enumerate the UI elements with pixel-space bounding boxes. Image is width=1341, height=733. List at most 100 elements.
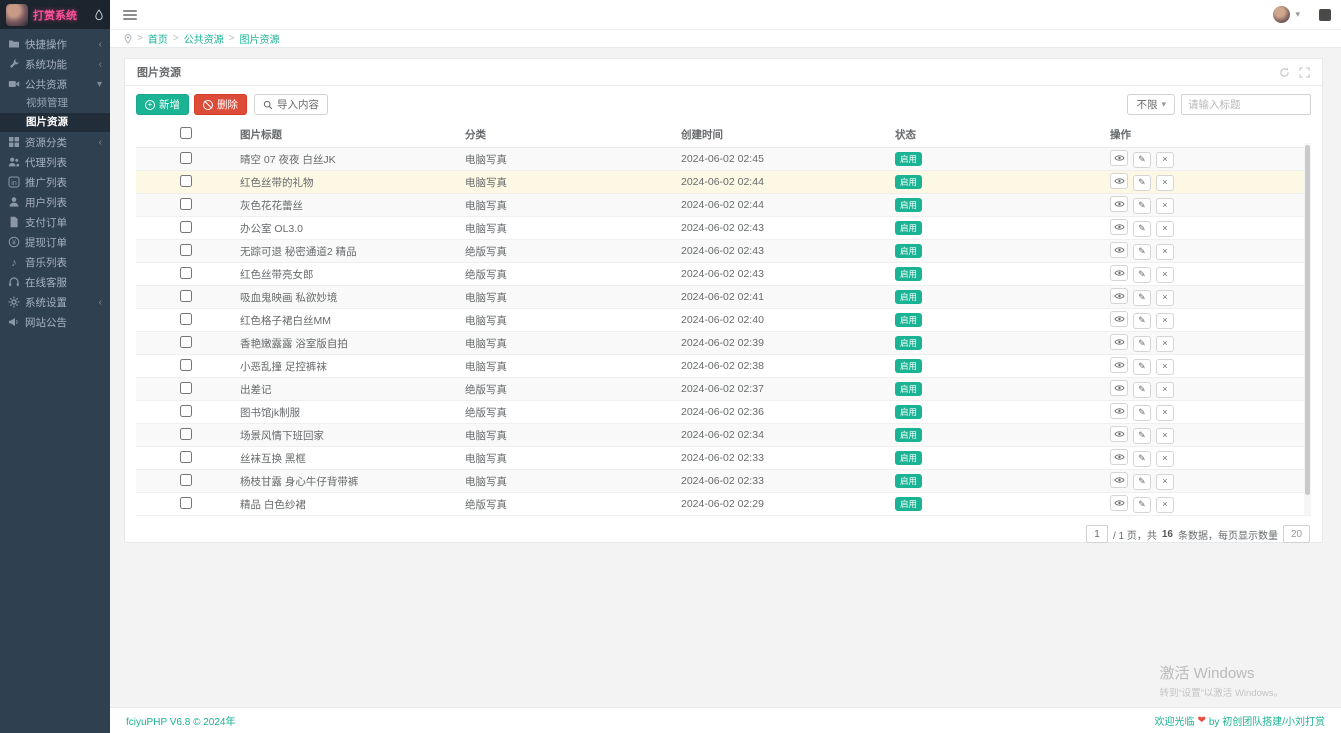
row-checkbox[interactable] (180, 266, 192, 279)
delete-row-button[interactable]: × (1155, 174, 1174, 191)
view-button[interactable] (1110, 426, 1128, 443)
row-checkbox[interactable] (180, 450, 192, 463)
view-button[interactable] (1110, 357, 1128, 374)
edit-button[interactable]: ✎ (1132, 335, 1151, 352)
edit-button[interactable]: ✎ (1132, 289, 1151, 306)
view-button[interactable] (1110, 265, 1128, 282)
edit-button[interactable]: ✎ (1132, 151, 1151, 168)
delete-row-button[interactable]: × (1155, 427, 1174, 444)
delete-row-button[interactable]: × (1155, 473, 1174, 490)
edit-button[interactable]: ✎ (1132, 450, 1151, 467)
screenshot-icon[interactable] (1319, 8, 1331, 21)
row-checkbox[interactable] (180, 197, 192, 210)
delete-row-button[interactable]: × (1155, 496, 1174, 513)
sidebar-item-1[interactable]: 系统功能 ‹ (0, 54, 110, 74)
import-button[interactable]: 导入内容 (254, 94, 328, 115)
scrollbar-thumb[interactable] (1305, 145, 1310, 495)
view-button[interactable] (1110, 380, 1128, 397)
sidebar-item-4[interactable]: 代理列表 (0, 152, 110, 172)
row-checkbox[interactable] (180, 174, 192, 187)
delete-row-button[interactable]: × (1155, 197, 1174, 214)
delete-row-button[interactable]: × (1155, 335, 1174, 352)
edit-button[interactable]: ✎ (1132, 312, 1151, 329)
edit-button[interactable]: ✎ (1132, 197, 1151, 214)
sidebar-logo[interactable]: 打赏系统 (0, 0, 110, 29)
sidebar-item-6[interactable]: 用户列表 (0, 192, 110, 212)
view-button[interactable] (1110, 150, 1128, 167)
edit-button[interactable]: ✎ (1132, 381, 1151, 398)
sidebar-item-7[interactable]: 支付订单 (0, 212, 110, 232)
delete-row-button[interactable]: × (1155, 266, 1174, 283)
row-checkbox[interactable] (180, 151, 192, 164)
sidebar-item-12[interactable]: 网站公告 (0, 312, 110, 332)
view-button[interactable] (1110, 173, 1128, 190)
view-button[interactable] (1110, 495, 1128, 512)
edit-button[interactable]: ✎ (1132, 496, 1151, 513)
delete-row-button[interactable]: × (1155, 312, 1174, 329)
view-button[interactable] (1110, 449, 1128, 466)
delete-row-button[interactable]: × (1155, 358, 1174, 375)
page-input[interactable] (1085, 525, 1108, 543)
add-button[interactable]: + 新增 (136, 94, 189, 115)
view-button[interactable] (1110, 219, 1128, 236)
filter-dropdown[interactable]: 不限 ▾ (1127, 94, 1175, 115)
sidebar-item-3[interactable]: 资源分类 ‹ (0, 132, 110, 152)
view-button[interactable] (1110, 311, 1128, 328)
edit-button[interactable]: ✎ (1132, 174, 1151, 191)
sidebar-subitem-0[interactable]: 视频管理 (0, 94, 110, 113)
hamburger-icon[interactable] (118, 5, 142, 25)
edit-button[interactable]: ✎ (1132, 427, 1151, 444)
edit-button[interactable]: ✎ (1132, 266, 1151, 283)
sidebar-item-5[interactable]: in 推广列表 (0, 172, 110, 192)
sidebar-item-11[interactable]: 系统设置 ‹ (0, 292, 110, 312)
breadcrumb-image-resource[interactable]: 图片资源 (240, 31, 280, 46)
avatar[interactable] (1273, 6, 1291, 23)
row-checkbox[interactable] (180, 335, 192, 348)
row-checkbox[interactable] (180, 358, 192, 371)
sidebar-item-0[interactable]: 快捷操作 ‹ (0, 34, 110, 54)
row-checkbox[interactable] (180, 496, 192, 509)
row-checkbox[interactable] (180, 289, 192, 302)
refresh-icon[interactable] (1279, 67, 1290, 78)
view-button[interactable] (1110, 334, 1128, 351)
pagination-info-pre: / 1 页，共 (1112, 530, 1157, 542)
search-input[interactable] (1181, 94, 1311, 115)
delete-row-button[interactable]: × (1155, 289, 1174, 306)
row-checkbox[interactable] (180, 220, 192, 233)
fullscreen-icon[interactable] (1299, 66, 1310, 78)
edit-button[interactable]: ✎ (1132, 404, 1151, 421)
view-button[interactable] (1110, 472, 1128, 489)
view-button[interactable] (1110, 403, 1128, 420)
sidebar-item-10[interactable]: 在线客服 (0, 272, 110, 292)
row-checkbox[interactable] (180, 404, 192, 417)
row-checkbox[interactable] (180, 312, 192, 325)
table-scrollbar[interactable] (1304, 143, 1311, 515)
delete-row-button[interactable]: × (1155, 381, 1174, 398)
delete-row-button[interactable]: × (1155, 220, 1174, 237)
view-button[interactable] (1110, 288, 1128, 305)
select-all-checkbox[interactable] (180, 127, 192, 139)
delete-button[interactable]: 删除 (194, 94, 247, 115)
breadcrumb-home[interactable]: 首页 (148, 31, 168, 46)
view-button[interactable] (1110, 196, 1128, 213)
delete-row-button[interactable]: × (1155, 404, 1174, 421)
edit-button[interactable]: ✎ (1132, 243, 1151, 260)
row-checkbox[interactable] (180, 381, 192, 394)
edit-button[interactable]: ✎ (1132, 220, 1151, 237)
delete-row-button[interactable]: × (1155, 450, 1174, 467)
sidebar-subitem-1[interactable]: 图片资源 (0, 113, 110, 132)
breadcrumb-public-resource[interactable]: 公共资源 (184, 31, 224, 46)
page-size-input[interactable] (1283, 525, 1310, 543)
row-checkbox[interactable] (180, 243, 192, 256)
row-checkbox[interactable] (180, 427, 192, 440)
delete-row-button[interactable]: × (1155, 151, 1174, 168)
row-checkbox[interactable] (180, 473, 192, 486)
sidebar-item-8[interactable]: ¥ 提现订单 (0, 232, 110, 252)
delete-row-button[interactable]: × (1155, 243, 1174, 260)
chevron-down-icon[interactable]: ▾ (1295, 9, 1300, 20)
edit-button[interactable]: ✎ (1132, 473, 1151, 490)
edit-button[interactable]: ✎ (1132, 358, 1151, 375)
sidebar-item-2[interactable]: 公共资源 ▾ (0, 74, 110, 94)
sidebar-item-9[interactable]: ♪ 音乐列表 (0, 252, 110, 272)
view-button[interactable] (1110, 242, 1128, 259)
